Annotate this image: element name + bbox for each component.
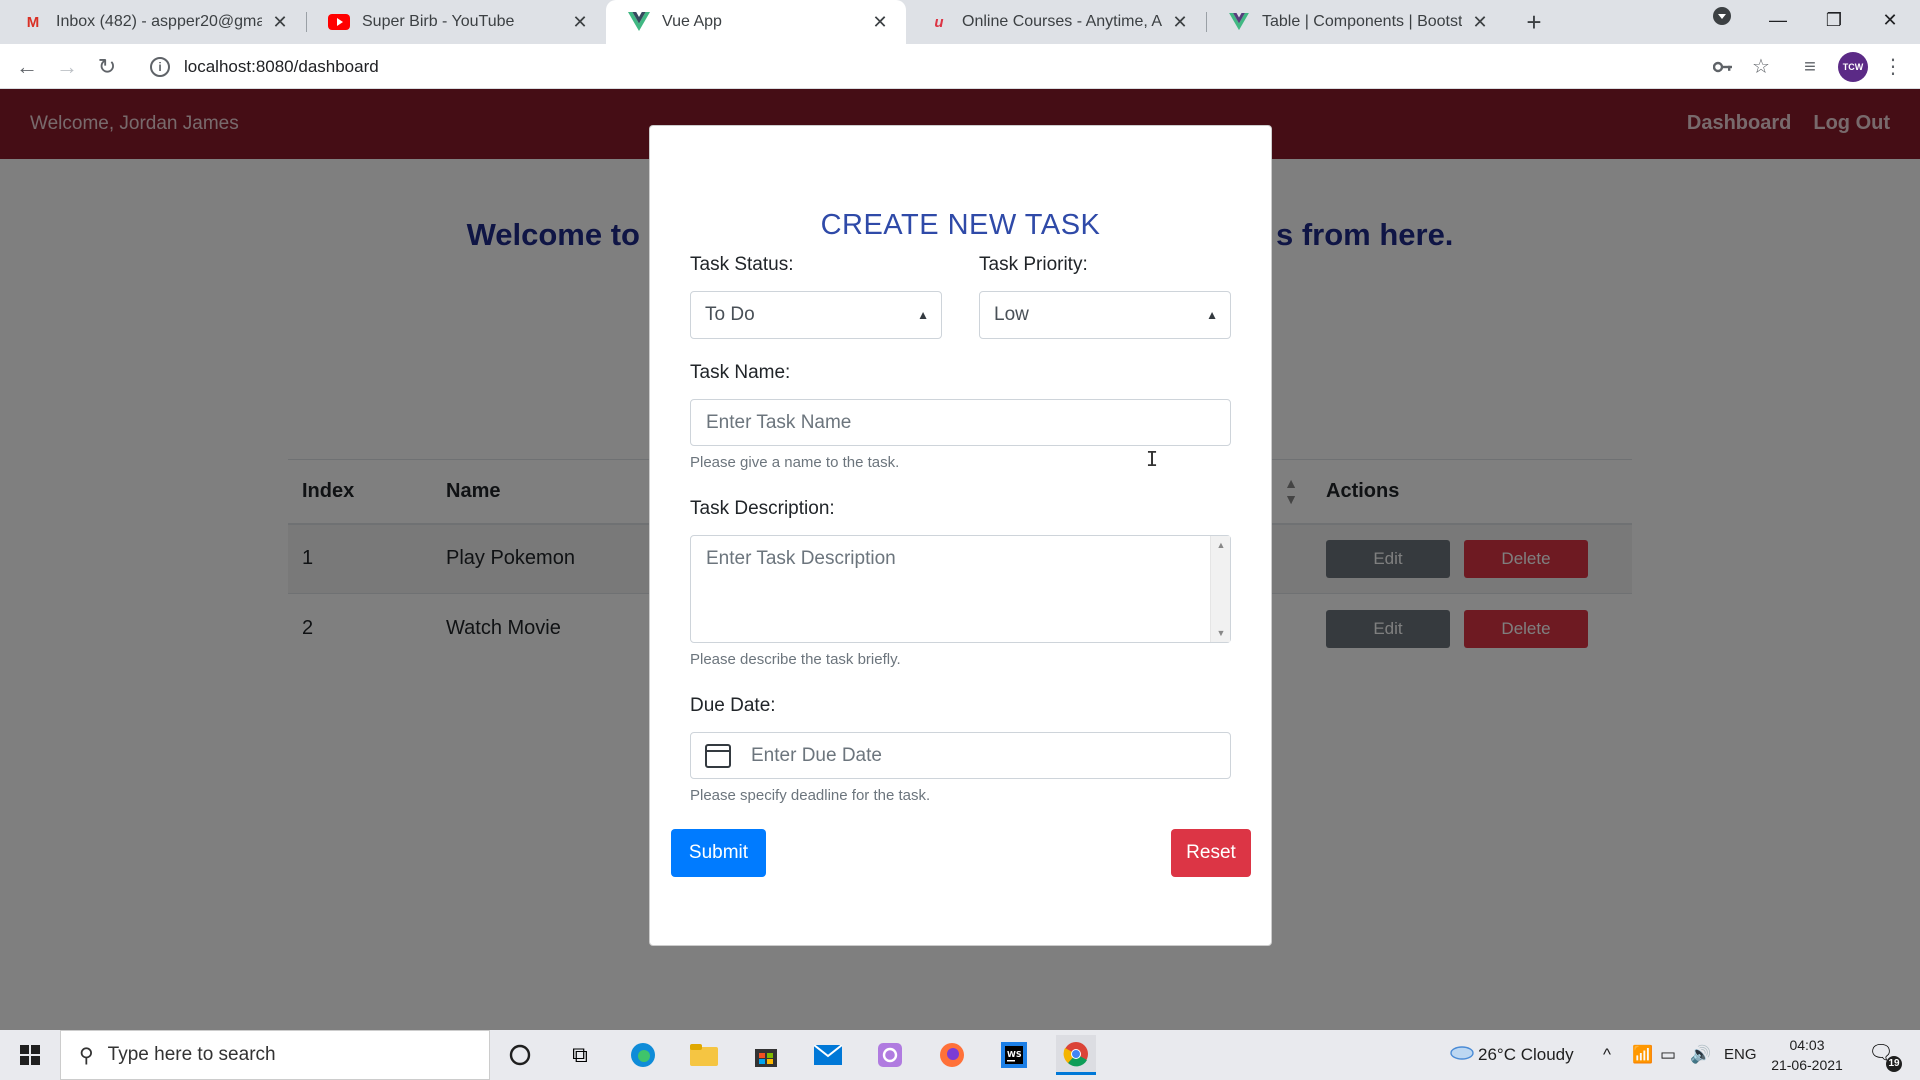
notification-count: 19 bbox=[1886, 1056, 1902, 1072]
photo-app-icon[interactable] bbox=[870, 1035, 910, 1075]
task-description-help: Please describe the task briefly. bbox=[690, 651, 901, 668]
volume-icon[interactable]: 🔊 bbox=[1690, 1030, 1711, 1080]
gmail-icon: M bbox=[26, 13, 40, 31]
edge-icon[interactable] bbox=[623, 1035, 663, 1075]
tab-vue-app[interactable]: Vue App ✕ bbox=[606, 0, 906, 44]
forward-arrow-icon[interactable]: → bbox=[50, 50, 84, 84]
tab-udemy[interactable]: u Online Courses - Anytime, Anywh ✕ bbox=[906, 0, 1206, 44]
close-icon[interactable]: ✕ bbox=[1470, 12, 1490, 33]
tab-title: Table | Components | BootstrapV bbox=[1262, 13, 1462, 30]
submit-button[interactable]: Submit bbox=[671, 829, 766, 877]
task-priority-select[interactable]: Low ▲ bbox=[979, 291, 1231, 339]
clock[interactable]: 04:03 21-06-2021 bbox=[1762, 1035, 1852, 1075]
task-name-label: Task Name: bbox=[690, 362, 791, 383]
back-arrow-icon[interactable]: ← bbox=[10, 50, 44, 84]
network-icon[interactable]: 📶 bbox=[1632, 1030, 1653, 1080]
textarea-scrollbar[interactable]: ▲ ▼ bbox=[1210, 536, 1230, 642]
window-close-icon[interactable]: ✕ bbox=[1862, 0, 1918, 44]
bootstrapvue-icon bbox=[1228, 11, 1250, 33]
tray-chevron-icon[interactable]: ^ bbox=[1603, 1030, 1611, 1080]
tab-title: Inbox (482) - aspper20@gmail.co bbox=[56, 13, 262, 30]
weather-icon[interactable] bbox=[1448, 1030, 1474, 1080]
udemy-icon: u bbox=[934, 13, 944, 31]
task-description-textarea[interactable]: Enter Task Description ▲ ▼ bbox=[690, 535, 1231, 643]
restore-icon[interactable]: ❐ bbox=[1806, 0, 1862, 44]
close-icon[interactable]: ✕ bbox=[270, 12, 290, 33]
task-name-input[interactable]: Enter Task Name bbox=[690, 399, 1231, 446]
select-caret-icon: ▲ bbox=[917, 308, 929, 322]
firefox-icon[interactable] bbox=[932, 1035, 972, 1075]
start-button[interactable] bbox=[0, 1030, 60, 1080]
svg-text:WS: WS bbox=[1007, 1050, 1022, 1059]
calendar-icon[interactable] bbox=[705, 744, 731, 768]
task-description-placeholder: Enter Task Description bbox=[706, 548, 896, 569]
scroll-down-icon[interactable]: ▼ bbox=[1211, 628, 1231, 638]
browser-toolbar: ← → ↻ i localhost:8080/dashboard ☆ ≡ TCW… bbox=[0, 44, 1920, 89]
youtube-icon bbox=[328, 11, 350, 33]
notification-icon[interactable]: 🗨 19 bbox=[1866, 1040, 1902, 1072]
scroll-up-icon[interactable]: ▲ bbox=[1211, 540, 1231, 550]
tab-title: Online Courses - Anytime, Anywh bbox=[962, 13, 1162, 30]
tab-title: Super Birb - YouTube bbox=[362, 13, 515, 30]
modal-title: CREATE NEW TASK bbox=[820, 209, 1101, 241]
new-tab-plus-icon[interactable]: + bbox=[1518, 6, 1550, 38]
tab-bootstrapvue[interactable]: Table | Components | BootstrapV ✕ bbox=[1206, 0, 1506, 44]
tab-title: Vue App bbox=[662, 13, 722, 30]
due-date-label: Due Date: bbox=[690, 695, 776, 716]
due-date-input[interactable]: Enter Due Date bbox=[690, 732, 1231, 779]
tab-search-icon[interactable] bbox=[1694, 0, 1750, 44]
bookmark-star-icon[interactable]: ☆ bbox=[1748, 54, 1774, 80]
profile-avatar[interactable]: TCW bbox=[1838, 52, 1868, 82]
mail-icon[interactable] bbox=[808, 1035, 848, 1075]
taskbar-search[interactable]: ⚲ Type here to search bbox=[60, 1030, 490, 1080]
media-queue-icon[interactable]: ≡ bbox=[1797, 54, 1823, 80]
chrome-icon[interactable] bbox=[1056, 1035, 1096, 1075]
reset-button[interactable]: Reset bbox=[1171, 829, 1251, 877]
clock-time: 04:03 bbox=[1789, 1037, 1825, 1053]
url-text: localhost:8080/dashboard bbox=[184, 57, 379, 76]
tab-youtube[interactable]: Super Birb - YouTube ✕ bbox=[306, 0, 606, 44]
file-explorer-icon[interactable] bbox=[684, 1035, 724, 1075]
battery-icon[interactable]: ▭ bbox=[1660, 1030, 1676, 1080]
task-view-icon[interactable]: ⧉ bbox=[560, 1035, 600, 1075]
task-description-label: Task Description: bbox=[690, 498, 835, 519]
address-bar[interactable]: i localhost:8080/dashboard bbox=[138, 49, 1748, 85]
close-icon[interactable]: ✕ bbox=[570, 12, 590, 33]
close-icon[interactable]: ✕ bbox=[1170, 12, 1190, 33]
vue-icon bbox=[628, 11, 650, 33]
search-icon: ⚲ bbox=[79, 1044, 94, 1067]
cortana-icon[interactable] bbox=[500, 1035, 540, 1075]
close-icon[interactable]: ✕ bbox=[870, 12, 890, 33]
page-viewport: Welcome, Jordan James Dashboard Log Out … bbox=[0, 89, 1920, 1030]
clock-date: 21-06-2021 bbox=[1771, 1057, 1843, 1073]
task-priority-label: Task Priority: bbox=[979, 254, 1088, 275]
due-date-placeholder: Enter Due Date bbox=[751, 745, 882, 766]
select-caret-icon: ▲ bbox=[1206, 308, 1218, 322]
task-name-help: Please give a name to the task. bbox=[690, 454, 900, 471]
taskbar-search-placeholder: Type here to search bbox=[107, 1044, 276, 1065]
language-indicator[interactable]: ENG bbox=[1724, 1030, 1757, 1080]
store-icon[interactable] bbox=[746, 1035, 786, 1075]
tab-gmail[interactable]: M Inbox (482) - aspper20@gmail.co ✕ bbox=[0, 0, 306, 44]
task-priority-value: Low bbox=[994, 304, 1029, 325]
menu-kebab-icon[interactable]: ⋮ bbox=[1880, 54, 1906, 80]
weather-text[interactable]: 26°C Cloudy bbox=[1478, 1030, 1574, 1080]
webstorm-icon[interactable]: WS bbox=[994, 1035, 1034, 1075]
minimize-icon[interactable]: — bbox=[1750, 0, 1806, 44]
text-cursor-icon: I bbox=[1146, 447, 1159, 471]
task-status-select[interactable]: To Do ▲ bbox=[690, 291, 942, 339]
task-status-label: Task Status: bbox=[690, 254, 794, 275]
create-task-modal: CREATE NEW TASK Task Status: To Do ▲ Tas… bbox=[649, 125, 1272, 946]
due-date-help: Please specify deadline for the task. bbox=[690, 787, 931, 804]
reload-icon[interactable]: ↻ bbox=[90, 50, 124, 84]
browser-tab-strip: M Inbox (482) - aspper20@gmail.co ✕ Supe… bbox=[0, 0, 1920, 44]
windows-logo-icon bbox=[20, 1045, 40, 1065]
info-icon[interactable]: i bbox=[150, 57, 170, 77]
key-icon[interactable] bbox=[1710, 54, 1736, 80]
task-status-value: To Do bbox=[705, 304, 755, 325]
windows-taskbar: ⚲ Type here to search ⧉ WS 26°C Cloudy ^… bbox=[0, 1030, 1920, 1080]
